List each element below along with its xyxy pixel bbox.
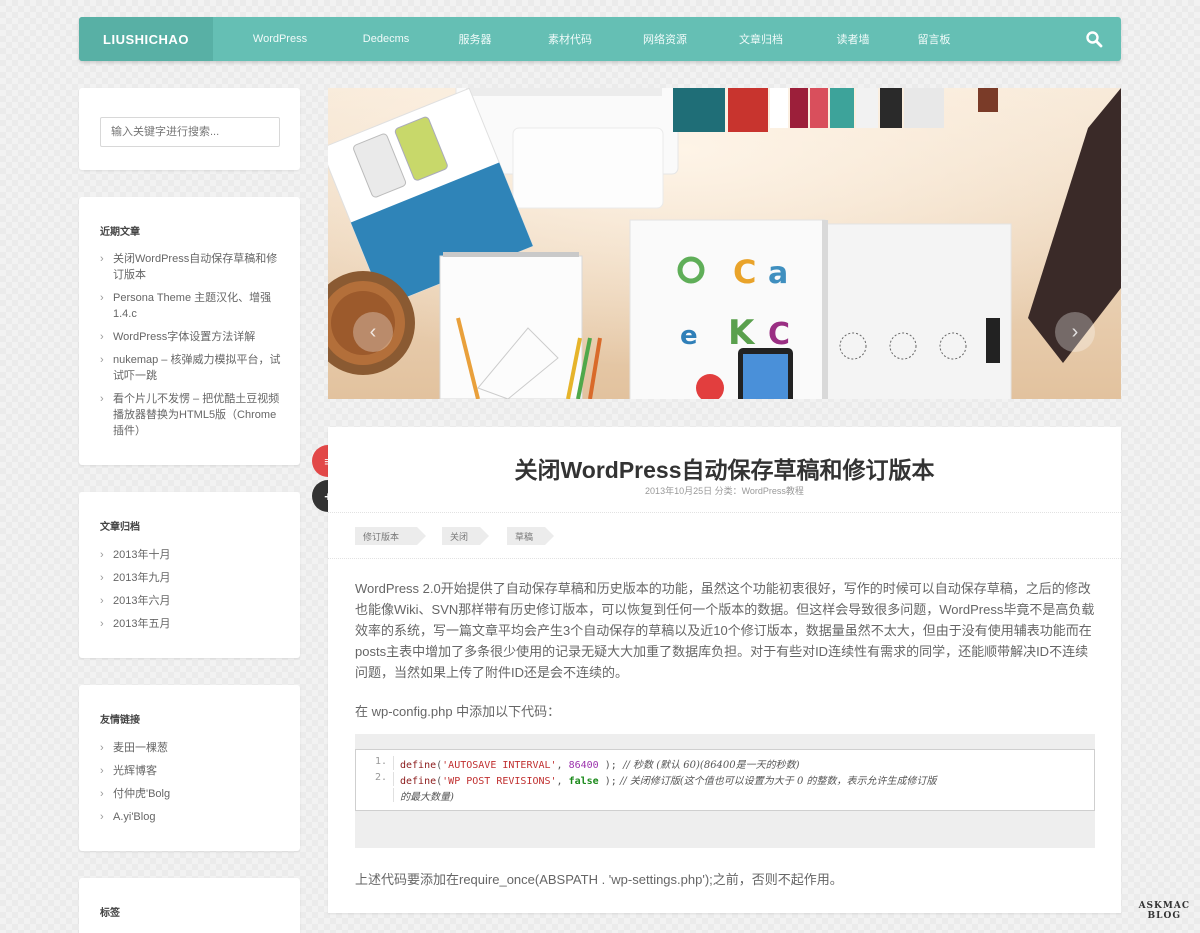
search-icon[interactable] (1085, 30, 1103, 48)
line-number: 2. (356, 772, 394, 786)
svg-text:a: a (768, 256, 788, 291)
post-article: 关闭WordPress自动保存草稿和修订版本 2013年10月25日 分类：Wo… (328, 427, 1121, 913)
nav-item-archive[interactable]: 文章归档 (715, 17, 807, 61)
friend-link[interactable]: 付仲虎'Bolg (100, 786, 285, 802)
friend-link[interactable]: A.yi'Blog (100, 809, 285, 825)
code-block[interactable]: 1. define('AUTOSAVE_INTERVAL', 86400 ); … (355, 749, 1095, 811)
recent-post-item[interactable]: WordPress字体设置方法详解 (100, 329, 285, 345)
code-text: define('WP_POST_REVISIONS', false ); // … (400, 776, 937, 786)
code-text: define('AUTOSAVE_INTERVAL', 86400 ); // … (400, 760, 800, 770)
widget-title-tags: 标签 (100, 908, 120, 919)
friend-link[interactable]: 麦田一棵葱 (100, 740, 285, 756)
links-widget: 友情链接 麦田一棵葱 光辉博客 付仲虎'Bolg A.yi'Blog (79, 685, 300, 851)
featured-slider[interactable]: C a e K C ‹ › (328, 88, 1121, 399)
nav-item-readers[interactable]: 读者墙 (807, 17, 899, 61)
post-meta: 2013年10月25日 分类：WordPress教程 (645, 486, 804, 496)
tags-widget: 标签 (79, 878, 300, 933)
post-paragraph: 上述代码要添加在require_once(ABSPATH . 'wp-setti… (355, 872, 843, 887)
nav-item-server[interactable]: 服务器 (425, 17, 525, 61)
post-paragraph: 在 wp-config.php 中添加以下代码： (355, 704, 561, 719)
divider (328, 558, 1121, 559)
slider-next-button[interactable]: › (1055, 312, 1095, 352)
recent-post-item[interactable]: 看个片儿不发愣 – 把优酷土豆视频播放器替换为HTML5版（Chrome 插件） (100, 391, 285, 439)
slider-image: C a e K C (328, 88, 1121, 399)
search-input[interactable] (100, 117, 280, 147)
links-list: 麦田一棵葱 光辉博客 付仲虎'Bolg A.yi'Blog (100, 740, 285, 825)
site-brand[interactable]: LIUSHICHAO (79, 17, 213, 61)
recent-posts-list: 关闭WordPress自动保存草稿和修订版本 Persona Theme 主题汉… (100, 251, 285, 439)
recent-post-item[interactable]: nukemap – 核弹威力模拟平台，试试吓一跳 (100, 352, 285, 384)
line-number: 1. (356, 756, 394, 770)
nav-item-resources[interactable]: 网络资源 (615, 17, 715, 61)
widget-title-recent: 近期文章 (100, 227, 140, 238)
nav-menu: WordPress Dedecms 服务器 素材代码 网络资源 文章归档 读者墙… (213, 17, 969, 61)
archive-item[interactable]: 2013年十月 (100, 547, 285, 563)
nav-item-dedecms[interactable]: Dedecms (347, 17, 425, 61)
widget-title-links: 友情链接 (100, 715, 140, 726)
top-navbar: LIUSHICHAO WordPress Dedecms 服务器 素材代码 网络… (79, 17, 1121, 61)
nav-item-wordpress[interactable]: WordPress (213, 17, 347, 61)
archive-item[interactable]: 2013年五月 (100, 616, 285, 632)
svg-text:C: C (768, 317, 790, 352)
nav-item-guestbook[interactable]: 留言板 (899, 17, 969, 61)
code-line: 1. define('AUTOSAVE_INTERVAL', 86400 ); … (356, 756, 1094, 770)
post-title[interactable]: 关闭WordPress自动保存草稿和修订版本 (328, 451, 1121, 485)
svg-text:C: C (733, 253, 756, 291)
slider-prev-button[interactable]: ‹ (353, 312, 393, 352)
archive-item[interactable]: 2013年九月 (100, 570, 285, 586)
code-text: 的最大数量) (400, 792, 454, 802)
post-tag[interactable]: 修订版本 (355, 527, 426, 545)
code-line: 的最大数量) (356, 788, 1094, 802)
recent-post-item[interactable]: 关闭WordPress自动保存草稿和修订版本 (100, 251, 285, 283)
recent-posts-widget: 近期文章 关闭WordPress自动保存草稿和修订版本 Persona Them… (79, 197, 300, 465)
watermark-logo: ASKMAC BLOG (1138, 901, 1190, 921)
code-container: 1. define('AUTOSAVE_INTERVAL', 86400 ); … (355, 734, 1095, 848)
search-widget (79, 88, 300, 170)
archive-widget: 文章归档 2013年十月 2013年九月 2013年六月 2013年五月 (79, 492, 300, 658)
archive-list: 2013年十月 2013年九月 2013年六月 2013年五月 (100, 547, 285, 632)
post-paragraph: WordPress 2.0开始提供了自动保存草稿和历史版本的功能，虽然这个功能初… (355, 581, 1095, 680)
code-line: 2. define('WP_POST_REVISIONS', false ); … (356, 772, 1094, 786)
archive-item[interactable]: 2013年六月 (100, 593, 285, 609)
svg-text:K: K (728, 313, 756, 353)
recent-post-item[interactable]: Persona Theme 主题汉化、增强 1.4.c (100, 290, 285, 322)
nav-item-code[interactable]: 素材代码 (525, 17, 615, 61)
line-number (356, 788, 394, 802)
post-tag[interactable]: 关闭 (442, 527, 489, 545)
divider (328, 512, 1121, 513)
friend-link[interactable]: 光辉博客 (100, 763, 285, 779)
svg-text:e: e (680, 321, 698, 351)
post-tag[interactable]: 草稿 (507, 527, 554, 545)
widget-title-archive: 文章归档 (100, 522, 140, 533)
